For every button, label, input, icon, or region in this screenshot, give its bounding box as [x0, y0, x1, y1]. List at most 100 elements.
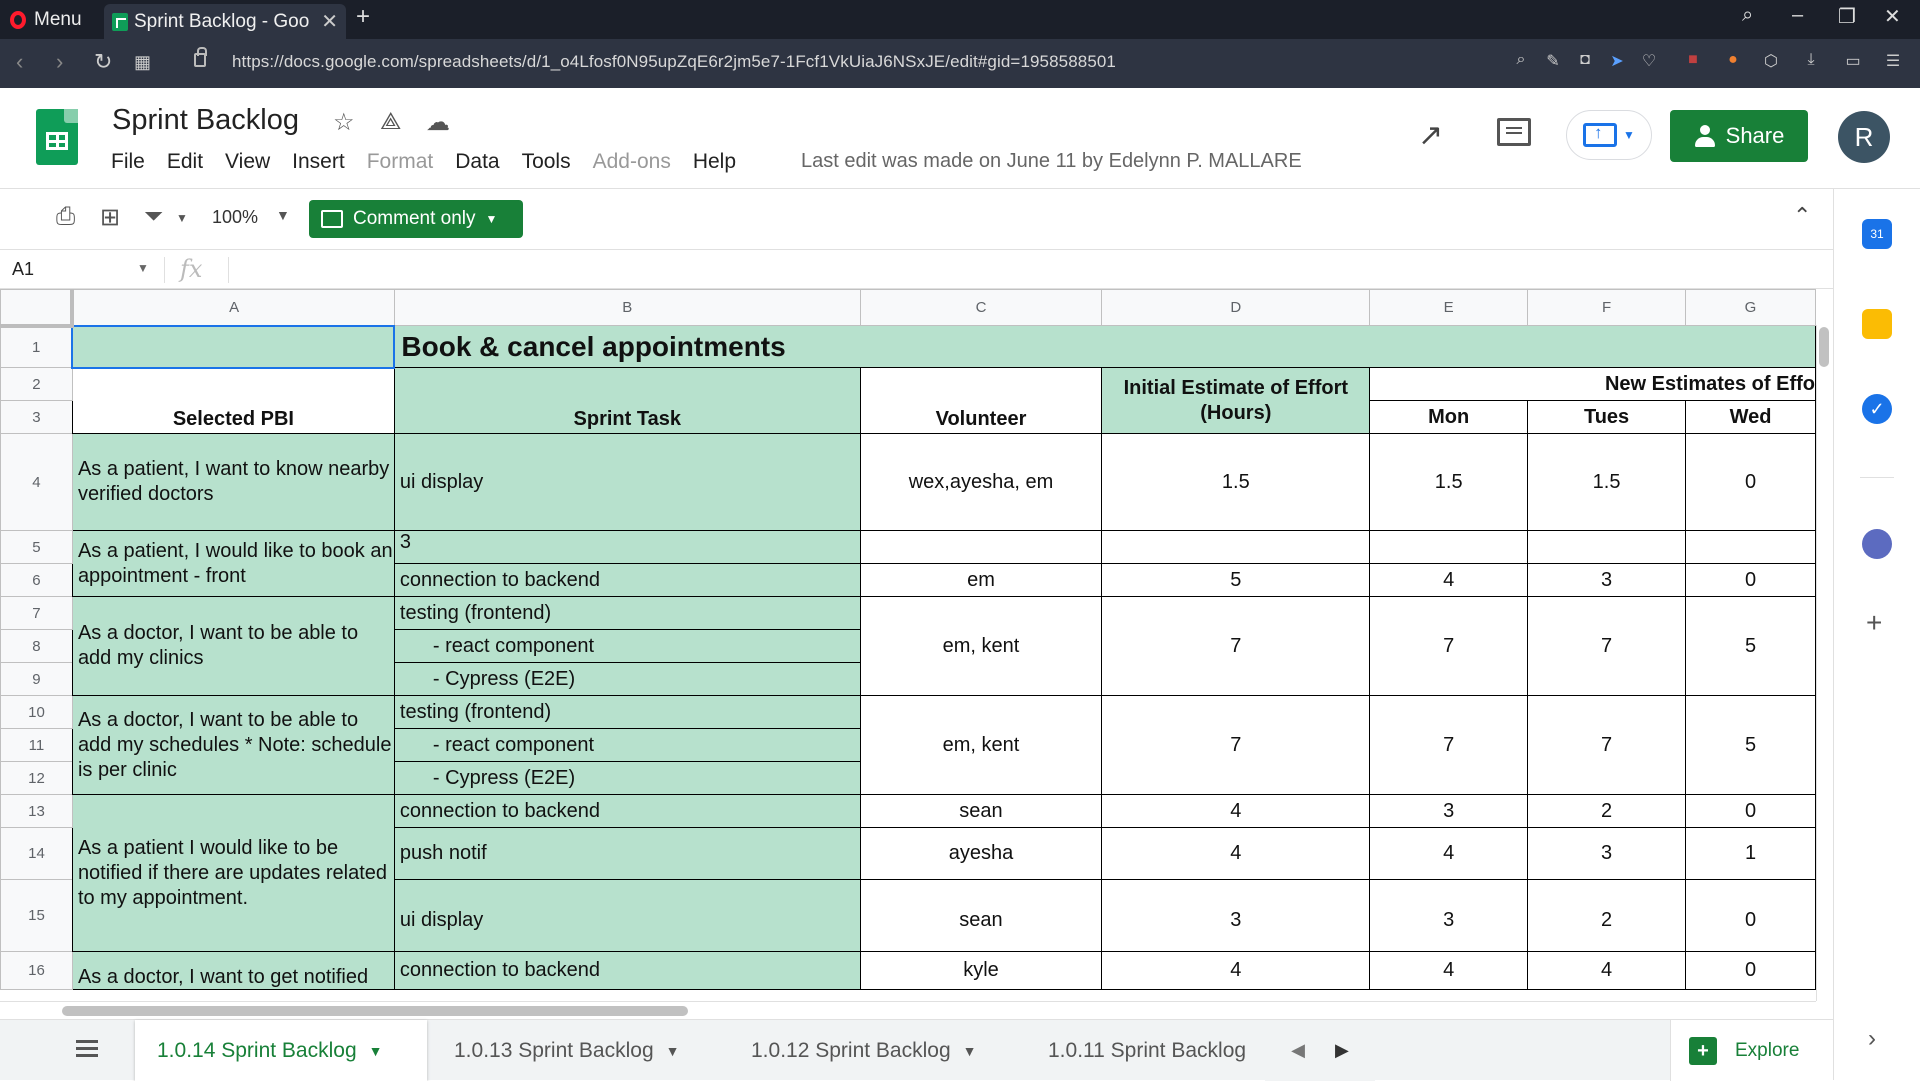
cell-wed[interactable] — [1685, 530, 1816, 564]
filter-icon[interactable]: ⏷ — [144, 203, 163, 231]
row-header-16[interactable]: 16 — [0, 951, 73, 990]
column-header-a[interactable]: A — [71, 289, 395, 326]
close-window-icon[interactable]: ✕ — [1884, 4, 1901, 29]
cell-volunteer[interactable]: ayesha — [859, 827, 1103, 880]
row-header-13[interactable]: 13 — [0, 794, 73, 828]
cell-estimate[interactable]: 7 — [1101, 596, 1371, 696]
scroll-tabs-right-icon[interactable]: ▶ — [1335, 1040, 1349, 1061]
cell-volunteer[interactable]: wex,ayesha, em — [859, 433, 1103, 531]
tab-close-icon[interactable]: ✕ — [321, 9, 338, 34]
cell-estimate[interactable]: 4 — [1101, 827, 1371, 880]
cell-tues[interactable]: 1.5 — [1527, 433, 1687, 531]
sheet-tab-1-0-13[interactable]: 1.0.13 Sprint Backlog ▼ — [432, 1020, 701, 1081]
cell-wed[interactable]: 0 — [1685, 879, 1816, 952]
back-icon[interactable]: ‹ — [16, 49, 23, 75]
menu-add-ons[interactable]: Add-ons — [593, 150, 671, 174]
cell-estimate[interactable] — [1101, 530, 1371, 564]
row-header-15[interactable]: 15 — [0, 879, 73, 952]
cell-estimate[interactable]: 4 — [1101, 951, 1371, 990]
cell-volunteer[interactable]: sean — [859, 794, 1103, 828]
cell-task[interactable]: - react component — [393, 629, 861, 663]
horizontal-scroll-thumb[interactable] — [62, 1006, 688, 1016]
all-sheets-menu-icon[interactable] — [76, 1040, 98, 1058]
get-addons-plus-icon[interactable]: + — [1866, 607, 1882, 639]
cell-volunteer[interactable] — [859, 530, 1103, 564]
cell-task[interactable]: push notif — [393, 827, 861, 880]
row-header-3[interactable]: 3 — [0, 400, 73, 434]
cell-wed[interactable]: 0 — [1685, 563, 1816, 597]
row-header-5[interactable]: 5 — [0, 530, 73, 564]
cell-estimate[interactable]: 3 — [1101, 879, 1371, 952]
cell-mon[interactable]: 3 — [1369, 794, 1529, 828]
cell-volunteer[interactable]: em — [859, 563, 1103, 597]
header-tues[interactable]: Tues — [1527, 400, 1687, 434]
cell-pbi[interactable]: As a patient, I would like to book an ap… — [71, 530, 395, 597]
sheet-tab-1-0-14[interactable]: 1.0.14 Sprint Backlog ▼ — [135, 1020, 427, 1081]
zoom-caret-icon[interactable]: ▼ — [276, 207, 290, 223]
chevron-down-icon[interactable]: ▼ — [369, 1043, 383, 1059]
cell-wed[interactable]: 5 — [1685, 596, 1816, 696]
row-header-11[interactable]: 11 — [0, 728, 73, 762]
cell-mon[interactable]: 7 — [1369, 596, 1529, 696]
edit-icon[interactable]: ✎ — [1544, 51, 1562, 70]
cell-task[interactable]: ui display — [393, 433, 861, 531]
menu-insert[interactable]: Insert — [292, 150, 345, 174]
vertical-scroll-thumb[interactable] — [1819, 327, 1829, 367]
zoom-select[interactable]: 100% — [212, 207, 258, 228]
column-header-c[interactable]: C — [859, 289, 1103, 326]
cell-tues[interactable]: 4 — [1527, 951, 1687, 990]
activity-dashboard-icon[interactable]: ↗ — [1418, 118, 1443, 153]
cell-estimate[interactable]: 7 — [1101, 695, 1371, 795]
lock-icon[interactable] — [194, 47, 207, 67]
download-icon[interactable]: ⤓ — [1802, 51, 1820, 69]
heart-icon[interactable]: ♡ — [1640, 51, 1658, 70]
comment-only-button[interactable]: Comment only ▼ — [309, 200, 523, 238]
filter-caret-icon[interactable]: ▼ — [176, 211, 188, 225]
cell-task[interactable]: testing (frontend) — [393, 695, 861, 729]
cloud-status-icon[interactable]: ☁ — [426, 108, 450, 137]
cell-pbi[interactable]: As a doctor, I want to be able to add my… — [71, 596, 395, 696]
cell-mon[interactable]: 4 — [1369, 951, 1529, 990]
column-header-e[interactable]: E — [1369, 289, 1529, 326]
header-sprint-task[interactable]: Sprint Task — [393, 367, 861, 434]
send-icon[interactable]: ➤ — [1608, 51, 1626, 70]
forward-icon[interactable]: › — [56, 49, 63, 75]
column-header-d[interactable]: D — [1101, 289, 1371, 326]
share-button[interactable]: Share — [1670, 110, 1808, 162]
calendar-icon[interactable]: 31 — [1862, 219, 1892, 249]
cell-tues[interactable]: 7 — [1527, 695, 1687, 795]
minimize-icon[interactable]: – — [1792, 4, 1803, 27]
sheet-tab-1-0-11[interactable]: 1.0.11 Sprint Backlog — [1026, 1020, 1266, 1081]
cell-pbi[interactable]: As a doctor, I want to be able to add my… — [71, 695, 395, 795]
sheet-tab-1-0-12[interactable]: 1.0.12 Sprint Backlog ▼ — [729, 1020, 998, 1081]
cell-mon[interactable]: 7 — [1369, 695, 1529, 795]
new-tab-icon[interactable]: + — [356, 3, 370, 31]
row-header-14[interactable]: 14 — [0, 827, 73, 880]
document-title[interactable]: Sprint Backlog — [112, 104, 299, 137]
cell-task[interactable]: connection to backend — [393, 951, 861, 990]
cell-mon[interactable]: 4 — [1369, 563, 1529, 597]
cell-estimate[interactable]: 4 — [1101, 794, 1371, 828]
row-header-1[interactable]: 1 — [0, 325, 73, 368]
camera-icon[interactable]: ◘ — [1576, 51, 1594, 69]
name-box[interactable]: A1 — [12, 259, 34, 280]
cell-volunteer[interactable]: em, kent — [859, 596, 1103, 696]
cell-mon[interactable]: 3 — [1369, 879, 1529, 952]
addon-icon[interactable] — [1862, 529, 1892, 559]
row-header-10[interactable]: 10 — [0, 695, 73, 729]
header-mon[interactable]: Mon — [1369, 400, 1529, 434]
search-icon[interactable]: ⌕ — [1512, 51, 1530, 69]
header-wed[interactable]: Wed — [1685, 400, 1816, 434]
star-icon[interactable]: ☆ — [333, 108, 355, 137]
scroll-tabs-left-icon[interactable]: ◀ — [1291, 1040, 1305, 1061]
row-header-4[interactable]: 4 — [0, 433, 73, 531]
reload-icon[interactable]: ↻ — [94, 49, 112, 75]
cell-wed[interactable]: 0 — [1685, 433, 1816, 531]
cell-mon[interactable]: 1.5 — [1369, 433, 1529, 531]
column-header-b[interactable]: B — [393, 289, 861, 326]
cube-icon[interactable]: ⬡ — [1762, 51, 1780, 70]
restore-icon[interactable]: ❐ — [1838, 4, 1856, 29]
present-button[interactable]: ▼ — [1566, 110, 1652, 160]
menu-data[interactable]: Data — [455, 150, 499, 174]
cell-task[interactable]: testing (frontend) — [393, 596, 861, 630]
